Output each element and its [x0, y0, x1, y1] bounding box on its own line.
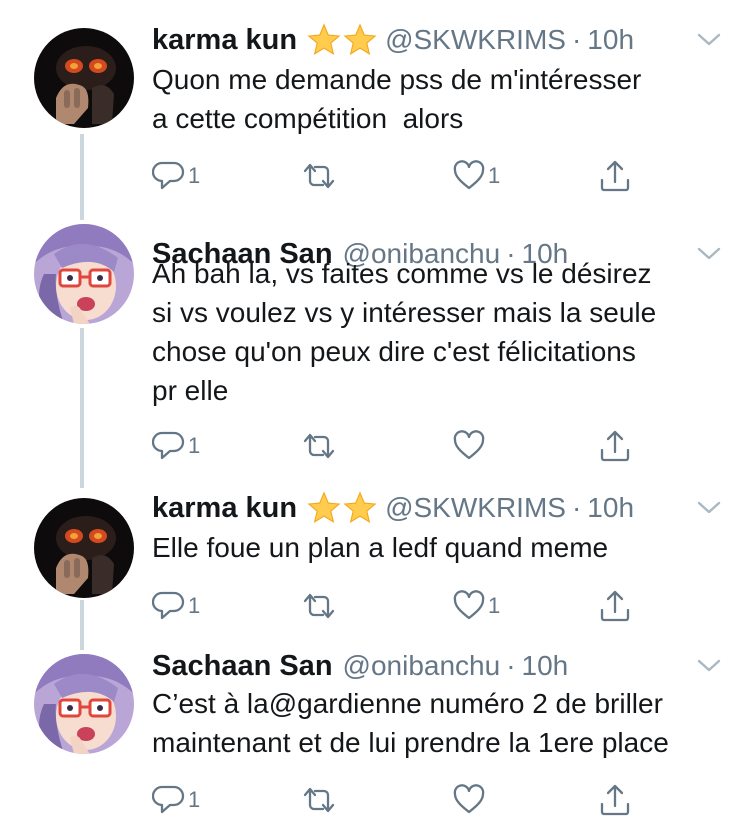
retweet-icon — [303, 787, 335, 813]
chevron-down-icon[interactable] — [696, 498, 722, 518]
reply-icon — [152, 785, 185, 814]
tweet-actions: 1 — [152, 426, 652, 466]
user-handle[interactable]: @onibanchu — [343, 650, 501, 682]
display-name[interactable]: karma kun — [152, 492, 297, 525]
anime-glasses-avatar-icon — [34, 224, 134, 324]
tweet-header: karma kun @SKWKRIMS · 10h — [152, 20, 634, 60]
dark-character-avatar-icon — [34, 28, 134, 128]
like-count: 1 — [488, 593, 501, 618]
display-name[interactable]: Sachaan San — [152, 650, 333, 683]
tweet[interactable]: karma kun @SKWKRIMS · 10h Elle foue un p… — [0, 486, 750, 636]
user-handle[interactable]: @SKWKRIMS — [385, 24, 566, 56]
timestamp[interactable]: 10h — [587, 24, 634, 56]
share-icon — [600, 160, 630, 192]
reply-count: 1 — [188, 593, 201, 618]
tweet-actions: 1 — [152, 780, 652, 820]
display-name[interactable]: karma kun — [152, 24, 297, 57]
share-icon — [600, 430, 630, 462]
heart-icon — [453, 590, 485, 620]
user-handle[interactable]: @SKWKRIMS — [385, 492, 566, 524]
retweet-button[interactable] — [300, 426, 338, 466]
tweet-text: C’est à la@gardienne numéro 2 de briller… — [152, 688, 669, 758]
share-button[interactable] — [598, 426, 632, 466]
reply-button[interactable]: 1 — [152, 586, 200, 626]
tweet[interactable]: Sachaan San @onibanchu · 10h Ah bah la, … — [0, 214, 750, 484]
reply-button[interactable]: 1 — [152, 426, 200, 466]
reply-count: 1 — [188, 163, 201, 188]
reply-icon — [152, 161, 185, 190]
heart-icon — [453, 784, 485, 814]
retweet-button[interactable] — [300, 780, 338, 820]
star-emoji-icon — [343, 23, 377, 55]
like-count: 1 — [488, 163, 501, 188]
reply-button[interactable]: 1 — [152, 780, 200, 820]
avatar[interactable] — [34, 498, 134, 598]
reply-count: 1 — [188, 433, 201, 458]
anime-glasses-avatar-icon — [34, 654, 134, 754]
reply-button[interactable]: 1 — [152, 156, 200, 196]
like-button[interactable]: 1 — [452, 156, 500, 196]
timestamp[interactable]: 10h — [587, 492, 634, 524]
tweet-actions: 1 1 — [152, 586, 652, 626]
star-emoji-icon — [343, 491, 377, 523]
retweet-icon — [303, 593, 335, 619]
star-badges — [307, 23, 377, 57]
chevron-down-icon[interactable] — [696, 656, 722, 676]
retweet-icon — [303, 433, 335, 459]
timestamp[interactable]: 10h — [522, 650, 569, 682]
star-emoji-icon — [307, 491, 341, 523]
tweet-text: Quon me demande pss de m'intéresser a ce… — [152, 64, 642, 134]
retweet-icon — [303, 163, 335, 189]
dark-character-avatar-icon — [34, 498, 134, 598]
like-button[interactable] — [452, 780, 488, 820]
tweet[interactable]: karma kun @SKWKRIMS · 10h Quon me demand… — [0, 0, 750, 210]
avatar[interactable] — [34, 224, 134, 324]
chevron-down-icon[interactable] — [696, 30, 722, 50]
like-button[interactable] — [452, 426, 488, 466]
separator-dot: · — [506, 650, 516, 681]
separator-dot: · — [571, 492, 582, 523]
star-emoji-icon — [307, 23, 341, 55]
tweet-header: karma kun @SKWKRIMS · 10h — [152, 488, 634, 528]
tweet-actions: 1 1 — [152, 156, 652, 196]
tweet-text: Elle foue un plan a ledf quand meme — [152, 532, 609, 563]
reply-icon — [152, 431, 185, 460]
star-badges — [307, 491, 377, 525]
tweet[interactable]: Sachaan San @onibanchu · 10h C’est à la@… — [0, 644, 750, 840]
reply-count: 1 — [188, 787, 201, 812]
separator-dot: · — [571, 24, 582, 55]
avatar[interactable] — [34, 28, 134, 128]
retweet-button[interactable] — [300, 156, 338, 196]
share-button[interactable] — [598, 586, 632, 626]
retweet-button[interactable] — [300, 586, 338, 626]
avatar[interactable] — [34, 654, 134, 754]
share-button[interactable] — [598, 780, 632, 820]
share-button[interactable] — [598, 156, 632, 196]
reply-icon — [152, 591, 185, 620]
heart-icon — [453, 160, 485, 190]
tweet-text: Ah bah la, vs faites comme vs le désirez… — [152, 258, 657, 406]
heart-icon — [453, 430, 485, 460]
share-icon — [600, 784, 630, 816]
tweet-header: Sachaan San @onibanchu · 10h — [152, 646, 568, 686]
like-button[interactable]: 1 — [452, 586, 500, 626]
share-icon — [600, 590, 630, 622]
